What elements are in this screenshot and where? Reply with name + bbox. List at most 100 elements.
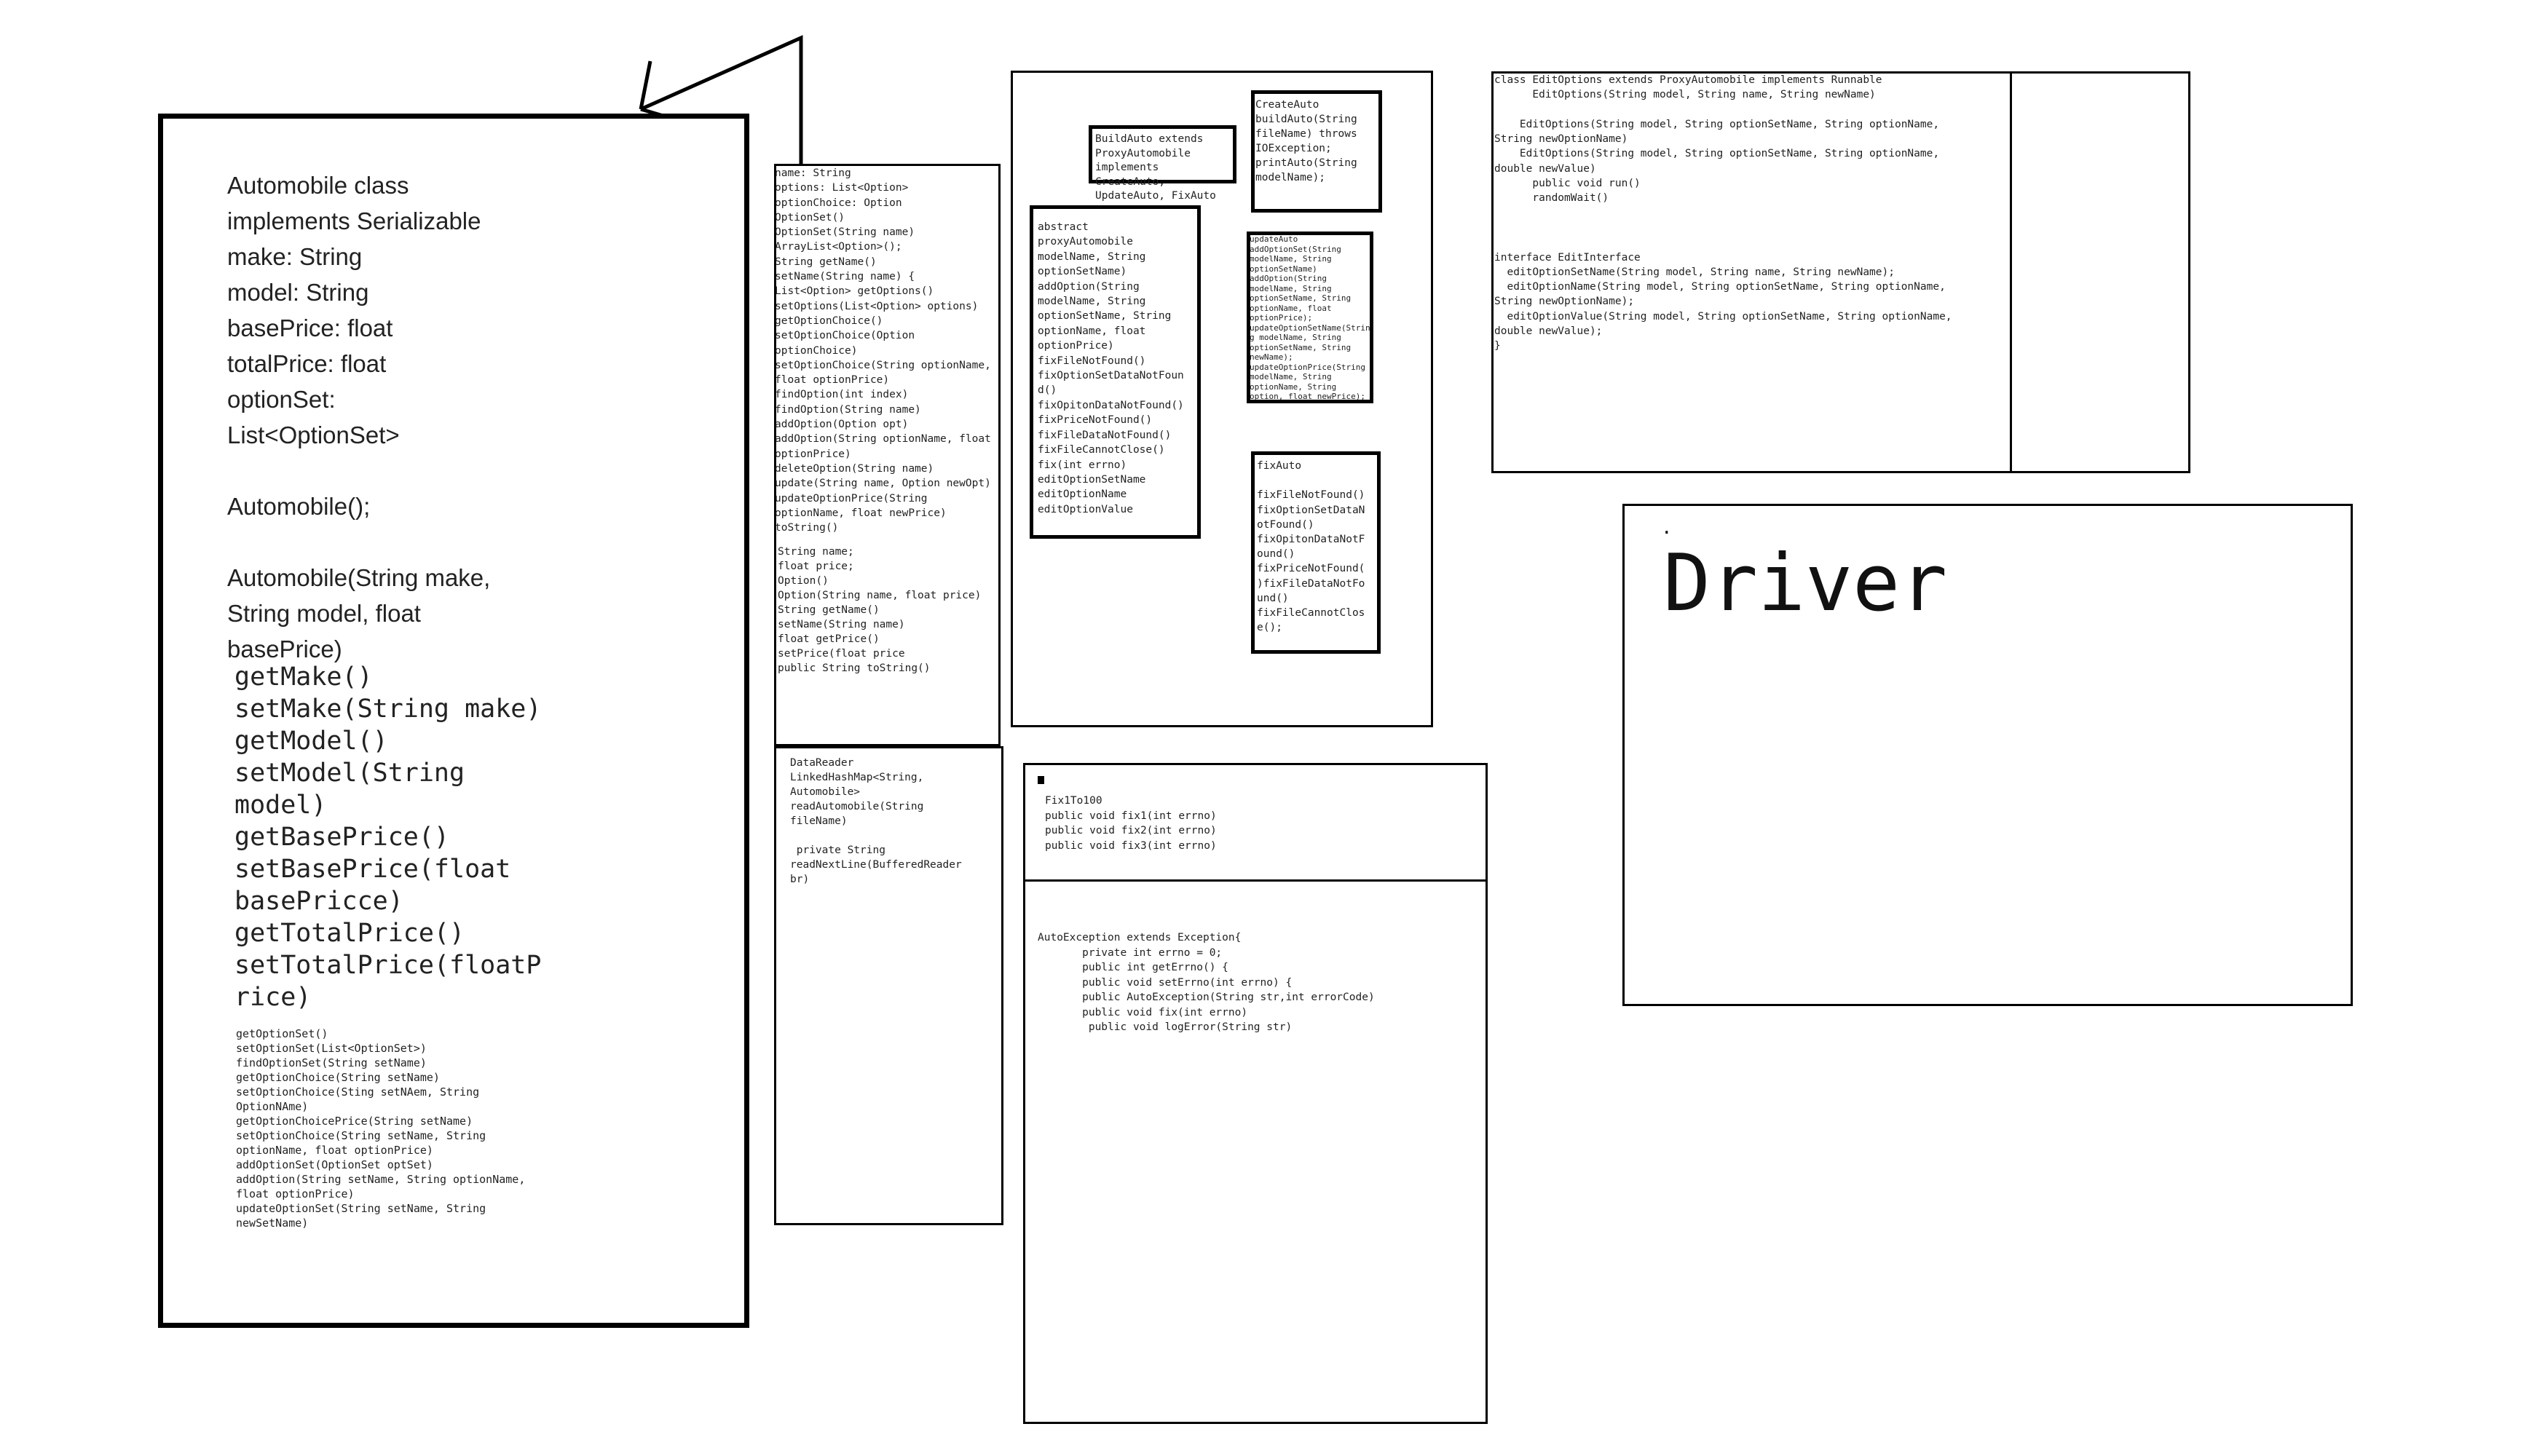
createauto-line: buildAuto(String (1255, 114, 1357, 125)
proxyautomobile-line: proxyAutomobile (1038, 236, 1133, 248)
optionset-line: getOptionChoice() (775, 314, 883, 327)
editoptions-line (1494, 103, 1952, 117)
optionset-line: findOption(int index) (775, 389, 909, 401)
autoexception-text: AutoException extends Exception{ private… (1038, 930, 1375, 1035)
editoptions-line: } (1494, 340, 1501, 352)
proxyautomobile-line: d() (1038, 384, 1057, 397)
optionset-line: deleteOption(String name) (775, 462, 934, 475)
automobile-method: basePricce) (234, 887, 403, 916)
buildauto-text: BuildAuto extends ProxyAutomobile implemen… (1095, 132, 1216, 204)
optionset-line: optionChoice: Option (775, 197, 902, 209)
bullet-marker (1038, 776, 1044, 784)
editoptions-line: randomWait() (1494, 192, 1609, 205)
proxyautomobile-line: fixPriceNotFound() (1038, 414, 1153, 427)
exception-box (1023, 763, 1488, 1424)
automobile-method-small: getOptionChoice(String setName) (236, 1071, 440, 1084)
fixauto-line: fixOpitonDataNotF (1257, 534, 1365, 546)
optionset-line: ArrayList<Option>(); (775, 241, 902, 253)
automobile-method: setTotalPrice(floatP (234, 951, 542, 980)
updateauto-line: updateOptionPrice(String (1250, 362, 1365, 372)
automobile-method-small: findOptionSet(String setName) (236, 1056, 427, 1069)
automobile-method-small: setOptionChoice(Sting setNAem, String (236, 1085, 480, 1099)
datareader-line: private String (790, 844, 885, 856)
proxyautomobile-line: fixFileCannotClose() (1038, 444, 1165, 456)
datareader-line: readAutomobile(String (790, 801, 924, 812)
createauto-line: CreateAuto (1255, 99, 1319, 111)
createauto-text: CreateAuto buildAuto(String fileName) thro… (1255, 98, 1357, 185)
datareader-line: fileName) (790, 815, 848, 827)
optionset-line: findOption(String name) (775, 403, 921, 416)
updateauto-line: modelName, String (1250, 372, 1332, 381)
createauto-line: IOException; (1255, 143, 1332, 154)
createauto-line: fileName) throws (1255, 128, 1357, 140)
updateauto-line: modelName, String (1250, 283, 1332, 293)
option-line: String getName() (778, 604, 880, 616)
optionset-line: options: List<Option> (775, 182, 909, 194)
optionset-line: addOption(String optionName, float (775, 433, 991, 446)
option-line: String name; (778, 546, 854, 558)
fixauto-line: ound() (1257, 548, 1295, 561)
proxyautomobile-line: editOptionSetName (1038, 473, 1146, 486)
option-line: setPrice(float price (778, 648, 905, 660)
updateauto-line: modelName, String (1250, 254, 1332, 264)
fix1to100-line: public void fix2(int errno) (1045, 825, 1217, 836)
buildauto-line: implements (1095, 162, 1159, 173)
optionset-line: OptionSet(String name) (775, 226, 915, 239)
exception-divider (1023, 879, 1488, 882)
proxyautomobile-line: editOptionName (1038, 488, 1127, 501)
optionset-line: toString() (775, 522, 839, 534)
datareader-line: LinkedHashMap<String, (790, 772, 924, 783)
datareader-line: DataReader (790, 757, 854, 769)
option-line: float getPrice() (778, 633, 880, 645)
automobile-method-small: getOptionSet() (236, 1027, 328, 1040)
fixauto-text: fixAuto fixFileNotFound() fixOptionSetDat… (1257, 459, 1365, 635)
proxyautomobile-line: fixFileNotFound() (1038, 355, 1146, 367)
optionset-line: optionPrice) (775, 448, 851, 460)
datareader-line: br) (790, 874, 810, 885)
updateauto-line: g modelName, String (1250, 333, 1341, 342)
proxyautomobile-line: modelName, String (1038, 250, 1146, 263)
autoexception-line: private int errno = 0; (1038, 946, 1223, 959)
optionset-line: setOptions(List<Option> options) (775, 300, 979, 312)
fixauto-line: fixFileNotFound() (1257, 489, 1365, 502)
buildauto-line: ProxyAutomobile (1095, 147, 1191, 159)
proxyautomobile-line: fixOptionSetDataNotFoun (1038, 370, 1184, 382)
editoptions-line: EditOptions(String model, String optionS… (1494, 118, 1940, 130)
createauto-line: modelName); (1255, 172, 1326, 183)
proxyautomobile-line: optionSetName) (1038, 266, 1127, 278)
updateauto-line: addOptionSet(String (1250, 244, 1341, 254)
updateauto-line: updateAuto (1250, 234, 1298, 244)
buildauto-line: UpdateAuto, FixAuto (1095, 190, 1216, 202)
updateauto-text: updateAuto addOptionSet(String modelName, … (1250, 234, 1370, 402)
autoexception-line: public void fix(int errno) (1038, 1006, 1248, 1018)
automobile-method: getTotalPrice() (234, 919, 465, 948)
automobile-method: getModel() (234, 727, 388, 756)
editoptions-line: interface EditInterface (1494, 251, 1641, 264)
autoexception-line: public void logError(String str) (1038, 1021, 1293, 1033)
updateauto-line: optionSetName, String (1250, 342, 1352, 352)
updateauto-line: optionPrice); (1250, 313, 1313, 323)
datareader-members: DataReader LinkedHashMap<String, Automobil… (790, 756, 962, 887)
automobile-line: Automobile(String make, (227, 564, 491, 591)
automobile-method-small: addOption(String setName, String optionN… (236, 1173, 526, 1186)
fix1to100-line: Fix1To100 (1045, 795, 1102, 807)
automobile-method-small: newSetName) (236, 1216, 309, 1230)
proxyautomobile-line: editOptionValue (1038, 503, 1133, 515)
option-line: float price; (778, 561, 854, 572)
optionset-line: OptionSet() (775, 211, 845, 223)
optionset-line: updateOptionPrice(String (775, 492, 928, 505)
option-line: Option(String name, float price) (778, 590, 982, 601)
proxyautomobile-line: fixOpitonDataNotFound() (1038, 399, 1184, 411)
optionset-line: List<Option> getOptions() (775, 285, 934, 298)
editoptions-right-panel (2010, 71, 2190, 473)
datareader-line (790, 828, 962, 843)
buildauto-line: BuildAuto extends (1095, 133, 1204, 145)
automobile-line (227, 453, 490, 488)
automobile-method: setBasePrice(float (234, 855, 511, 884)
automobile-method-small: OptionNAme) (236, 1100, 309, 1113)
proxyautomobile-line: fix(int errno) (1038, 459, 1127, 471)
automobile-line: basePrice: float (227, 314, 393, 341)
automobile-method: model) (234, 791, 327, 820)
automobile-method-small: float optionPrice) (236, 1187, 355, 1200)
proxyautomobile-line: optionSetName, String (1038, 310, 1172, 323)
